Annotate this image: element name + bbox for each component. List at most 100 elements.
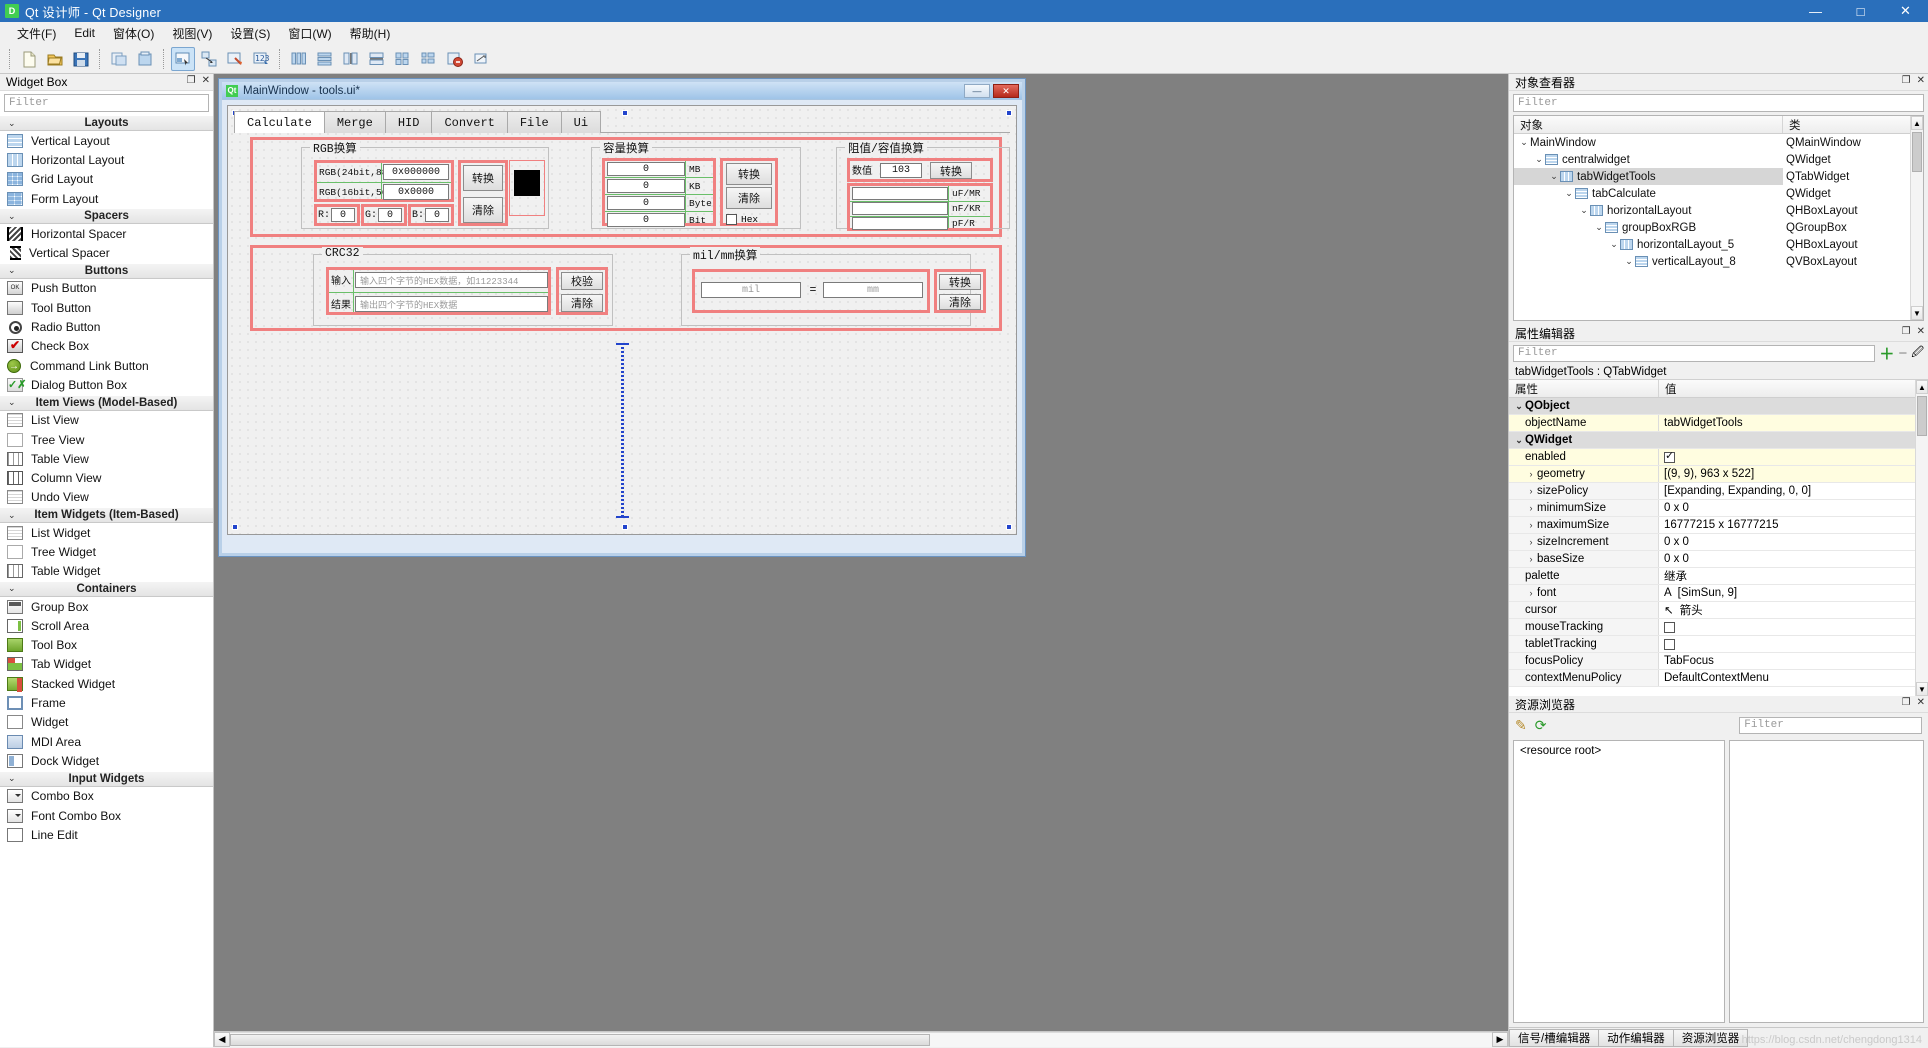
widget-category-containers[interactable]: ⌄ Containers [0,580,213,597]
object-inspector-filter-input[interactable]: Filter [1513,94,1924,112]
rgb24-input[interactable]: 0x000000 [383,164,449,180]
resistance-value-input[interactable]: 103 [880,163,922,178]
property-value[interactable] [1659,398,1928,414]
edit-widgets-icon[interactable] [171,46,195,71]
property-scroll-thumb[interactable] [1917,396,1927,436]
widget-category-spacers[interactable]: ⌄ Spacers [0,208,213,225]
menu-window[interactable]: 窗口(W) [279,23,340,44]
chevron-right-icon[interactable]: › [1525,537,1537,547]
tab-convert[interactable]: Convert [431,111,508,133]
widget-item-mdi-area[interactable]: MDI Area [0,732,213,751]
open-folder-icon[interactable] [43,47,67,71]
milmm-clear-button[interactable]: 清除 [939,294,981,310]
edit-buddies-icon[interactable] [223,47,247,71]
reload-icon[interactable]: ⟳ [1535,717,1547,734]
property-row[interactable]: enabled [1509,449,1928,466]
property-value[interactable]: 0 x 0 [1659,551,1928,567]
widget-box-close-icon[interactable]: ✕ [202,75,210,86]
layout-splitter-v-icon[interactable] [365,47,389,71]
object-tree-row[interactable]: ⌄ tabCalculate QWidget [1514,185,1923,202]
resize-handle-bottom-center[interactable] [622,524,628,530]
layout-vertical-icon[interactable] [313,47,337,71]
tab-hid[interactable]: HID [384,111,433,133]
rgb-fields-layout[interactable]: RGB(24bit,888) 0x000000 RGB(16bit,565) 0… [314,160,454,202]
g-input[interactable]: 0 [378,208,402,222]
property-editor-float-icon[interactable]: ❐ [1902,326,1911,337]
capacity-buttons-layout[interactable]: 转换 清除 Hex [720,158,778,226]
layout-form-icon[interactable] [417,47,441,71]
property-checkbox[interactable] [1664,638,1675,650]
property-value[interactable]: tabWidgetTools [1659,415,1928,431]
property-scrollbar[interactable]: ▲ ▼ [1915,380,1928,696]
chevron-down-icon[interactable]: ⌄ [1608,239,1620,250]
resistance-convert-button[interactable]: 转换 [930,162,972,179]
object-tree-row[interactable]: ⌄ verticalLayout_8 QVBoxLayout [1514,253,1923,270]
resource-filter-input[interactable]: Filter [1739,716,1922,734]
configure-property-icon[interactable]: 🖉 [1911,343,1924,364]
capacity-bit-input[interactable]: 0 [607,213,685,227]
r-input[interactable]: 0 [331,208,355,222]
maximize-button[interactable]: □ [1838,0,1883,22]
property-row[interactable]: contextMenuPolicy DefaultContextMenu [1509,670,1928,687]
widget-item-table-view[interactable]: Table View [0,449,213,468]
resize-handle-bottom-right[interactable] [1006,524,1012,530]
rgb-buttons-layout[interactable]: 转换 清除 [458,160,508,226]
property-row[interactable]: cursor ↖ 箭头 [1509,602,1928,619]
widget-item-table-widget[interactable]: Table Widget [0,562,213,581]
second-row-layout[interactable]: CRC32 输入 输入四个字节的HEX数据，如11223344 结果 输出四个字… [250,245,1002,331]
widget-item-tree-view[interactable]: Tree View [0,430,213,449]
resource-browser-float-icon[interactable]: ❐ [1902,697,1911,708]
rgb-channel-g[interactable]: G: 0 [361,204,407,226]
resistance-results-layout[interactable]: uF/MR nF/KR pF/R [847,183,993,231]
property-value[interactable] [1659,619,1928,635]
property-value[interactable]: A [SimSun, 9] [1659,585,1928,601]
property-value[interactable]: 0 x 0 [1659,500,1928,516]
capacity-mb-input[interactable]: 0 [607,162,685,176]
widget-category-item-widgets-item-based[interactable]: ⌄ Item Widgets (Item-Based) [0,507,213,524]
form-minimize-button[interactable]: — [964,84,990,98]
property-row[interactable]: ⌄ QWidget [1509,432,1928,449]
widget-item-command-link-button[interactable]: → Command Link Button [0,356,213,375]
object-tree[interactable]: 对象 类 ⌄ MainWindow QMainWindow ⌄ centralwidge… [1513,115,1924,321]
layout-grid-icon[interactable] [391,47,415,71]
crc32-result[interactable]: 输出四个字节的HEX数据 [355,296,548,312]
milmm-mil-input[interactable]: mil [701,282,801,298]
chevron-down-icon[interactable]: ⌄ [1548,171,1560,182]
crc32-clear-button[interactable]: 清除 [561,294,603,312]
widget-item-frame[interactable]: Frame [0,693,213,712]
top-row-layout[interactable]: RGB换算 RGB(24bit,888) 0x000000 RGB(16bit,… [250,137,1010,237]
capacity-clear-button[interactable]: 清除 [726,187,772,209]
widget-item-list-view[interactable]: List View [0,411,213,430]
b-input[interactable]: 0 [425,208,449,222]
widget-item-tool-box[interactable]: Tool Box [0,636,213,655]
widget-item-combo-box[interactable]: Combo Box [0,787,213,806]
widget-item-vertical-spacer[interactable]: Vertical Spacer [0,243,213,262]
property-filter-input[interactable]: Filter [1513,344,1876,362]
widget-item-widget[interactable]: Widget [0,713,213,732]
property-row[interactable]: tabletTracking [1509,636,1928,653]
milmm-convert-button[interactable]: 转换 [939,274,981,290]
object-tree-scroll-up[interactable]: ▲ [1911,116,1923,130]
widget-item-form-layout[interactable]: Form Layout [0,189,213,208]
tab-merge[interactable]: Merge [323,111,386,133]
tab-signal-slot-editor[interactable]: 信号/槽编辑器 [1509,1029,1600,1047]
form-canvas[interactable]: Calculate Merge HID Convert File Ui RGB换… [227,105,1017,535]
milmm-mm-input[interactable]: mm [823,282,923,298]
chevron-down-icon[interactable]: ⌄ [1533,154,1545,165]
group-box-milmm[interactable]: mil/mm换算 mil = mm 转换 清除 [681,247,986,326]
menu-settings[interactable]: 设置(S) [221,23,279,44]
pencil-icon[interactable]: ✎ [1515,717,1527,734]
chevron-right-icon[interactable]: › [1525,554,1537,564]
property-row[interactable]: › maximumSize 16777215 x 16777215 [1509,517,1928,534]
copy-form-icon[interactable] [107,47,131,71]
capacity-fields-layout[interactable]: 0 MB 0 KB 0 Byte 0 Bit [602,158,716,227]
widget-item-radio-button[interactable]: Radio Button [0,317,213,336]
menu-file[interactable]: 文件(F) [8,23,65,44]
tab-action-editor[interactable]: 动作编辑器 [1598,1029,1674,1047]
property-scroll-up[interactable]: ▲ [1916,380,1928,394]
property-value[interactable] [1659,432,1928,448]
widget-item-font-combo-box[interactable]: Font Combo Box [0,806,213,825]
property-row[interactable]: ⌄ QObject [1509,398,1928,415]
property-row[interactable]: objectName tabWidgetTools [1509,415,1928,432]
rgb-channel-r[interactable]: R: 0 [314,204,360,226]
